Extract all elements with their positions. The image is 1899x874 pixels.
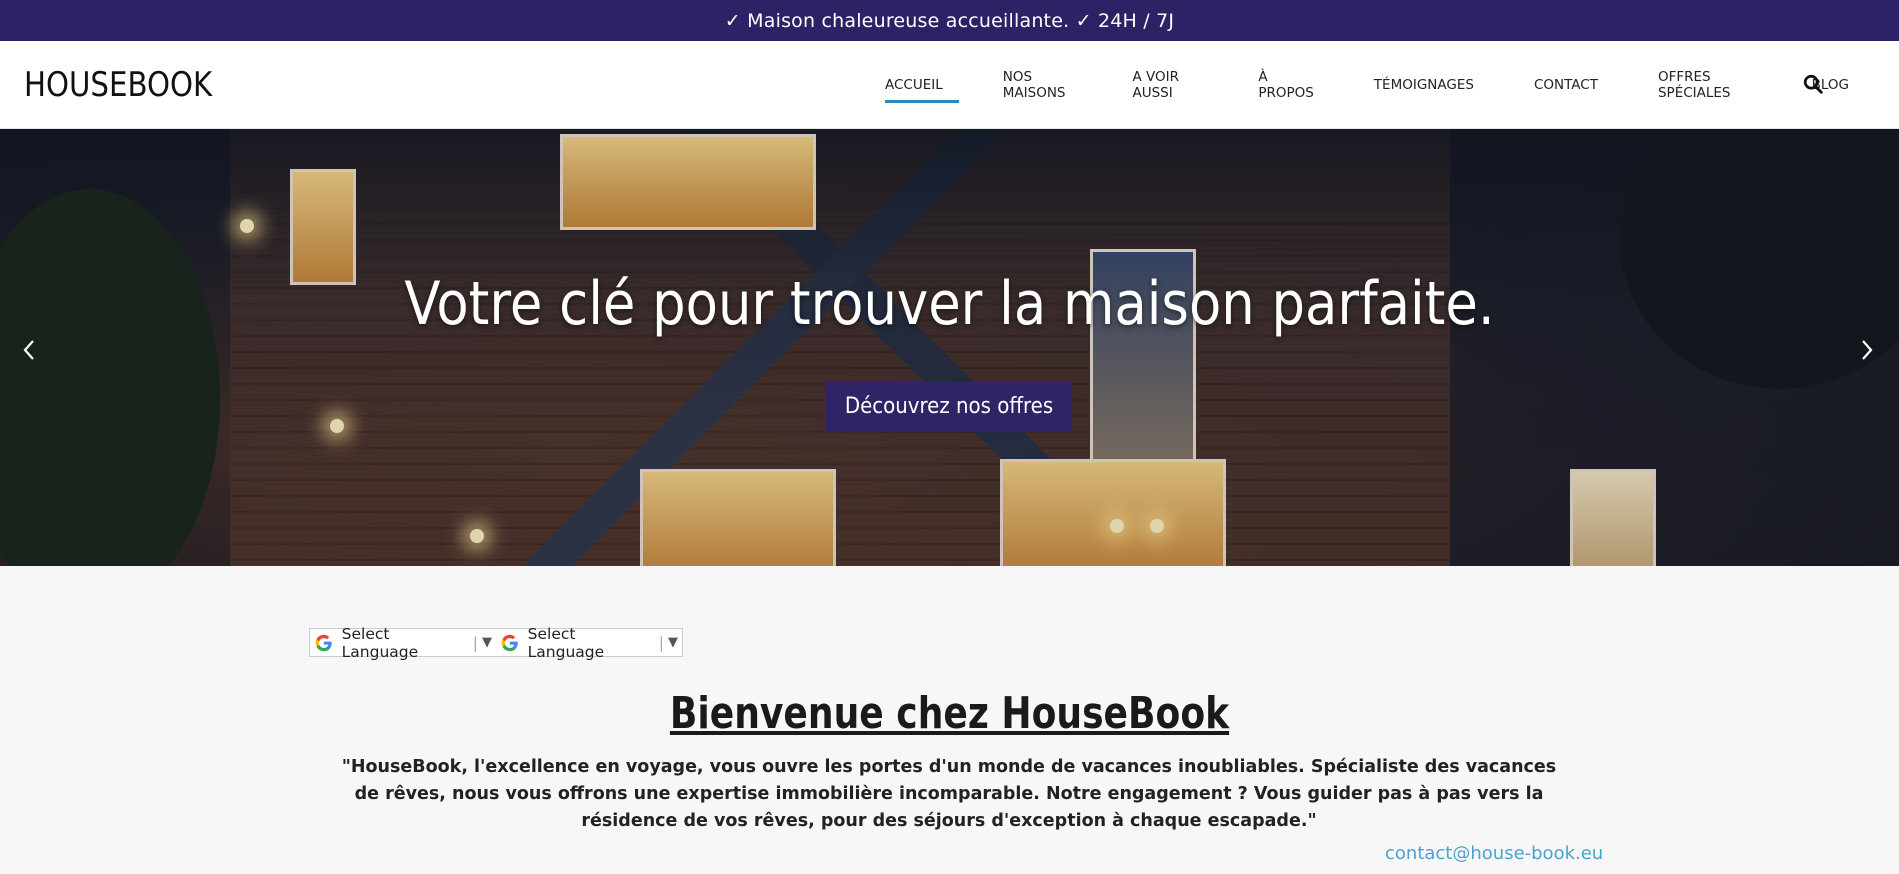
chevron-right-icon[interactable] <box>1856 335 1878 365</box>
language-selector-box: Select Language | ▼ Select Language | ▼ <box>309 625 683 661</box>
intro-text: "HouseBook, l'excellence en voyage, vous… <box>341 757 1557 831</box>
nav-item-offres-speciales[interactable]: OFFRES SPÉCIALES <box>1648 61 1762 109</box>
hero-title: Votre clé pour trouver la maison parfait… <box>404 269 1495 339</box>
welcome-title: Bienvenue chez HouseBook <box>669 688 1230 739</box>
search-icon[interactable] <box>1802 73 1824 95</box>
language-select-2-label: Select Language <box>527 624 605 661</box>
google-icon <box>501 634 518 651</box>
main-nav: ACCUEIL NOS MAISONS A VOIR AUSSI À PROPO… <box>875 41 1899 128</box>
site-logo[interactable]: HOUSEBOOK <box>24 65 212 105</box>
discover-offers-button[interactable]: Découvrez nos offres <box>826 382 1072 431</box>
chevron-left-icon[interactable] <box>18 335 40 365</box>
hero-banner: Votre clé pour trouver la maison parfait… <box>0 129 1899 566</box>
nav-item-nos-maisons[interactable]: NOS MAISONS <box>993 61 1083 109</box>
nav-item-a-propos[interactable]: À PROPOS <box>1248 61 1323 109</box>
announcement-bar: ✓ Maison chaleureuse accueillante. ✓ 24H… <box>0 0 1899 41</box>
nav-item-temoignages[interactable]: TÉMOIGNAGES <box>1364 69 1484 101</box>
dropdown-arrow-icon: ▼ <box>668 635 678 650</box>
language-select-2[interactable]: Select Language | ▼ <box>496 625 682 661</box>
google-icon <box>315 634 332 651</box>
dropdown-arrow-icon: ▼ <box>482 635 492 650</box>
language-select-1-label: Select Language <box>341 624 419 661</box>
nav-item-a-voir-aussi[interactable]: A VOIR AUSSI <box>1122 61 1208 109</box>
announcement-text: ✓ Maison chaleureuse accueillante. ✓ 24H… <box>724 9 1175 32</box>
nav-item-contact[interactable]: CONTACT <box>1524 69 1608 101</box>
language-select-1[interactable]: Select Language | ▼ <box>310 625 496 661</box>
site-header: HOUSEBOOK ACCUEIL NOS MAISONS A VOIR AUS… <box>0 41 1899 129</box>
contact-email-link[interactable]: contact@house-book.eu <box>1385 843 1603 864</box>
nav-item-accueil[interactable]: ACCUEIL <box>875 69 959 103</box>
